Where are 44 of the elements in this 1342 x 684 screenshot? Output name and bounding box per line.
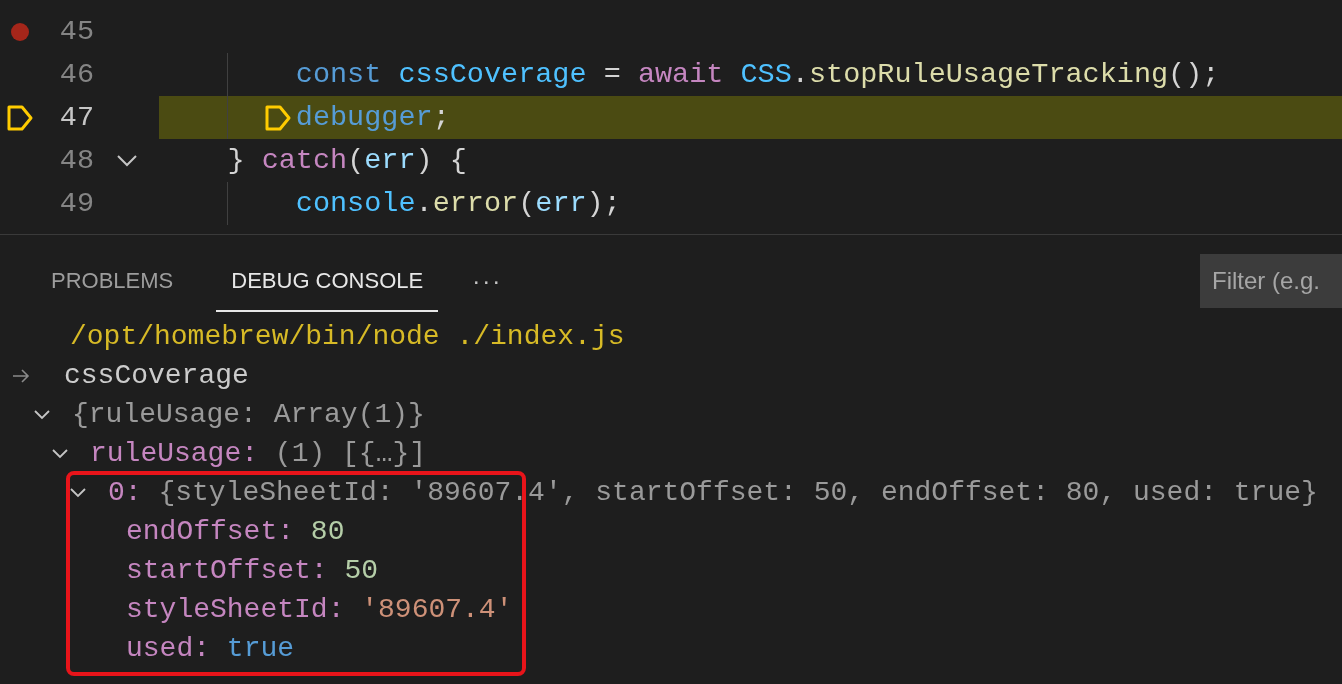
more-button[interactable]: ··· (466, 267, 509, 295)
chevron-down-icon[interactable] (51, 447, 69, 460)
code-token: ) { (415, 144, 467, 177)
paused-arrow-icon (263, 103, 292, 132)
code-token: = (602, 58, 622, 91)
line-number: 48 (58, 144, 94, 177)
console-output: /opt/homebrew/bin/node ./index.js (70, 321, 625, 352)
filter-field[interactable]: Filter (e.g. (1200, 254, 1342, 308)
code-token: err (535, 187, 587, 220)
tree-entry: used: true (126, 633, 295, 664)
tree-entry: {ruleUsage: Array(1)} (72, 399, 425, 430)
code-token: error (432, 187, 519, 220)
tree-entry: styleSheetId: '89607.4' (126, 594, 513, 625)
code-token: debugger (295, 101, 433, 134)
code-token: await (637, 58, 725, 91)
line-number: 46 (58, 58, 94, 91)
code-token: } (227, 144, 246, 177)
chevron-down-icon[interactable] (69, 486, 87, 499)
code-token: cssCoverage (398, 58, 587, 91)
code-token: . (791, 58, 809, 91)
code-token: catch (261, 144, 348, 177)
code-token: ( (347, 144, 365, 177)
tree-entry: startOffset: 50 (126, 555, 379, 586)
chevron-down-icon[interactable] (115, 153, 138, 168)
code-token: ( (518, 187, 536, 220)
tree-entry: endOffset: 80 (126, 516, 345, 547)
chevron-down-icon[interactable] (33, 408, 51, 421)
code-token: ; (432, 101, 450, 134)
arrow-right-icon (12, 368, 30, 383)
code-token: CSS (740, 58, 792, 91)
code-token: ); (586, 187, 621, 220)
code-token: (); (1168, 58, 1220, 91)
panel-tab[interactable]: DEBUG CONSOLE (216, 250, 439, 312)
code-token: const (295, 58, 383, 91)
panel-tab[interactable]: PROBLEMS (36, 250, 189, 312)
entered-expression: cssCoverage (64, 360, 249, 391)
code-token: console (295, 187, 416, 220)
tree-entry: ruleUsage: (1) [{…}] (90, 438, 427, 469)
line-number: 47 (58, 101, 94, 134)
code-token: err (364, 144, 416, 177)
code-token: stopRuleUsageTracking (808, 58, 1169, 91)
line-number: 45 (58, 15, 94, 48)
line-number: 49 (58, 187, 94, 220)
code-token: . (415, 187, 433, 220)
